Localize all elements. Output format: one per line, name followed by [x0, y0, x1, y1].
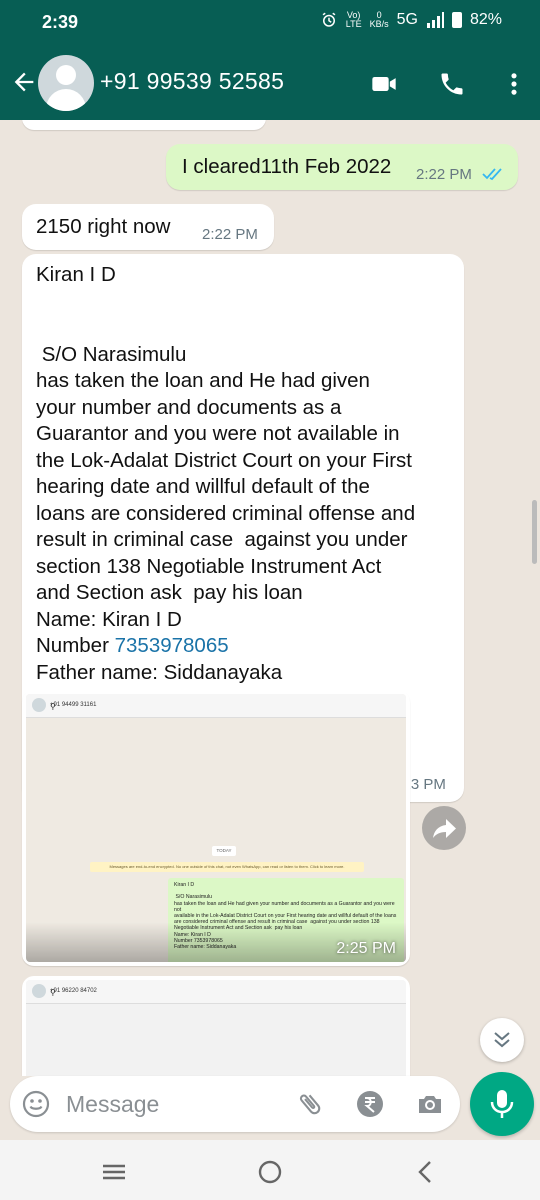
forward-icon [433, 819, 456, 838]
avatar[interactable] [38, 55, 94, 111]
number-label: Number [36, 634, 115, 657]
search-icon: ⚲ [50, 702, 56, 711]
alarm-icon [322, 12, 336, 27]
camera-icon[interactable] [416, 1090, 444, 1118]
chat-area[interactable]: I cleared11th Feb 2022 2:22 PM 2150 righ… [0, 120, 540, 1076]
scroll-to-bottom-button[interactable] [480, 1018, 524, 1062]
data-speed: 0 KB/s [369, 10, 389, 29]
search-icon: ⚲ [50, 988, 56, 997]
message-time: 2:22 PM [202, 226, 258, 243]
screenshot-image[interactable]: +91 94499 31161 ⚲ TODAY Messages are end… [26, 694, 406, 962]
battery-level: 82% [469, 11, 502, 28]
battery-icon [451, 12, 462, 28]
avatar [32, 984, 46, 998]
message-body: S/O Narasimulu has taken the loan and He… [36, 342, 416, 631]
avatar [32, 698, 46, 712]
back-icon[interactable] [412, 1158, 440, 1186]
chevron-down-icon [494, 1032, 510, 1048]
recent-apps-icon[interactable] [100, 1158, 128, 1186]
video-call-icon[interactable] [370, 70, 398, 98]
network-type: 5G [396, 11, 418, 28]
outgoing-message-bubble[interactable]: I cleared11th Feb 2022 2:22 PM [166, 144, 518, 190]
image-message[interactable]: +91 96220 84702 ⚲ [22, 976, 410, 1076]
attach-icon[interactable] [296, 1090, 324, 1118]
status-time: 2:39 [42, 12, 79, 32]
date-chip: TODAY [212, 846, 236, 856]
screenshot-header: +91 96220 84702 ⚲ [26, 980, 406, 1004]
previous-message-bubble[interactable] [22, 120, 266, 130]
screenshot-header: +91 94499 31161 ⚲ [26, 694, 406, 718]
message-composer [10, 1076, 460, 1132]
volte-indicator: Vo) LTE [345, 10, 362, 29]
message-input[interactable] [66, 1088, 276, 1120]
rupee-payment-icon[interactable] [356, 1090, 384, 1118]
message-text: 2150 right now [36, 215, 171, 238]
name-line: Kiran I D [36, 263, 116, 286]
father-line: Father name: Siddanayaka [36, 660, 283, 684]
message-time: 2:22 PM [416, 166, 472, 183]
incoming-message-bubble[interactable]: 2150 right now 2:22 PM [22, 204, 274, 250]
image-message[interactable]: +91 94499 31161 ⚲ TODAY Messages are end… [22, 690, 410, 966]
message-text: I cleared11th Feb 2022 [182, 155, 392, 178]
chat-header: +91 99539 52585 [0, 46, 540, 120]
phone-link[interactable]: 7353978065 [115, 634, 229, 657]
phone-icon[interactable] [438, 70, 466, 98]
message-time: 2:25 PM [336, 940, 396, 957]
status-bar: 2:39 Vo) LTE 0 KB/s 5G 82% [0, 0, 540, 46]
forward-button[interactable] [422, 806, 466, 850]
home-icon[interactable] [256, 1158, 284, 1186]
double-check-icon [482, 168, 502, 181]
system-navigation-bar [0, 1140, 540, 1200]
more-options-icon[interactable] [500, 70, 528, 98]
screenshot-image[interactable]: +91 96220 84702 ⚲ [26, 980, 406, 1076]
encryption-notice: Messages are end-to-end encrypted. No on… [90, 862, 364, 872]
emoji-icon[interactable] [22, 1090, 50, 1118]
scrollbar[interactable] [532, 500, 537, 564]
message-text: Kiran I D S/O Narasimulu has taken the l… [36, 262, 456, 686]
back-arrow-icon[interactable] [10, 68, 38, 96]
status-icons: Vo) LTE 0 KB/s 5G 82% [320, 11, 502, 29]
signal-icon [426, 12, 444, 28]
contact-name[interactable]: +91 99539 52585 [100, 68, 284, 95]
voice-record-button[interactable] [470, 1072, 534, 1136]
microphone-icon [490, 1090, 514, 1118]
